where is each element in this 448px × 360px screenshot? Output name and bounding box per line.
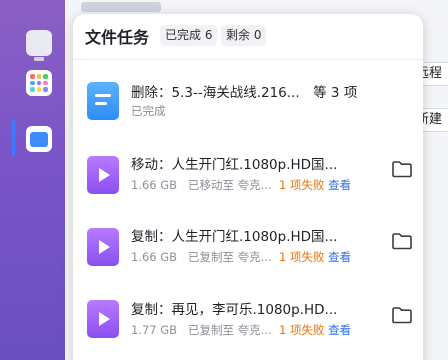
folder-icon[interactable]	[391, 160, 413, 178]
background-title	[81, 2, 161, 12]
folder-app-icon[interactable]	[26, 126, 52, 152]
folder-icon[interactable]	[391, 232, 413, 250]
task-status: 已完成	[131, 104, 166, 118]
panel-header: 文件任务 已完成 6 剩余 0	[73, 14, 423, 60]
task-detail: 已复制至 夸克...	[188, 250, 272, 264]
video-icon	[87, 156, 119, 194]
panel-title: 文件任务	[85, 28, 150, 47]
task-name: 复制：再见，李可乐.1080p.HD...	[131, 302, 338, 318]
task-item[interactable]: 复制：人生开门红.1080p.HD国... 1.66 GB 已复制至 夸克...…	[73, 212, 423, 278]
file-size: 1.77 GB	[131, 323, 178, 337]
task-detail: 已复制至 夸克...	[188, 323, 272, 337]
apps-icon[interactable]	[26, 70, 52, 96]
document-icon	[87, 82, 119, 120]
fail-count: 1 项失败	[278, 323, 325, 337]
task-item[interactable]: 删除：5.3--海关战线.216... 等 3 项 已完成	[73, 68, 423, 134]
app-dock	[0, 0, 65, 360]
file-size: 1.66 GB	[131, 250, 178, 264]
remaining-count-chip[interactable]: 剩余 0	[221, 25, 267, 46]
fail-count: 1 项失败	[278, 250, 325, 264]
task-name: 复制：人生开门红.1080p.HD国...	[131, 229, 338, 245]
task-item[interactable]: 移动：人生开门红.1080p.HD国... 1.66 GB 已移动至 夸克...…	[73, 140, 423, 206]
completed-count-chip[interactable]: 已完成 6	[160, 25, 218, 46]
video-icon	[87, 228, 119, 266]
task-meta: 1.66 GB 已移动至 夸克... 1 项失败 查看	[131, 177, 351, 193]
active-indicator	[12, 120, 15, 156]
task-detail: 已移动至 夸克...	[188, 178, 272, 192]
file-size: 1.66 GB	[131, 178, 178, 192]
view-link[interactable]: 查看	[328, 178, 351, 192]
monitor-icon[interactable]	[26, 30, 52, 61]
view-link[interactable]: 查看	[328, 323, 351, 337]
task-meta: 1.77 GB 已复制至 夸克... 1 项失败 查看	[131, 322, 351, 338]
task-meta: 1.66 GB 已复制至 夸克... 1 项失败 查看	[131, 249, 351, 265]
task-name: 移动：人生开门红.1080p.HD国...	[131, 157, 338, 173]
video-icon	[87, 300, 119, 338]
fail-count: 1 项失败	[278, 178, 325, 192]
view-link[interactable]: 查看	[328, 250, 351, 264]
file-tasks-panel: 文件任务 已完成 6 剩余 0 删除：5.3--海关战线.216... 等 3 …	[73, 14, 423, 360]
task-name: 删除：5.3--海关战线.216... 等 3 项	[131, 85, 358, 101]
task-item[interactable]: 复制：再见，李可乐.1080p.HD... 1.77 GB 已复制至 夸克...…	[73, 286, 423, 352]
folder-icon[interactable]	[391, 306, 413, 324]
